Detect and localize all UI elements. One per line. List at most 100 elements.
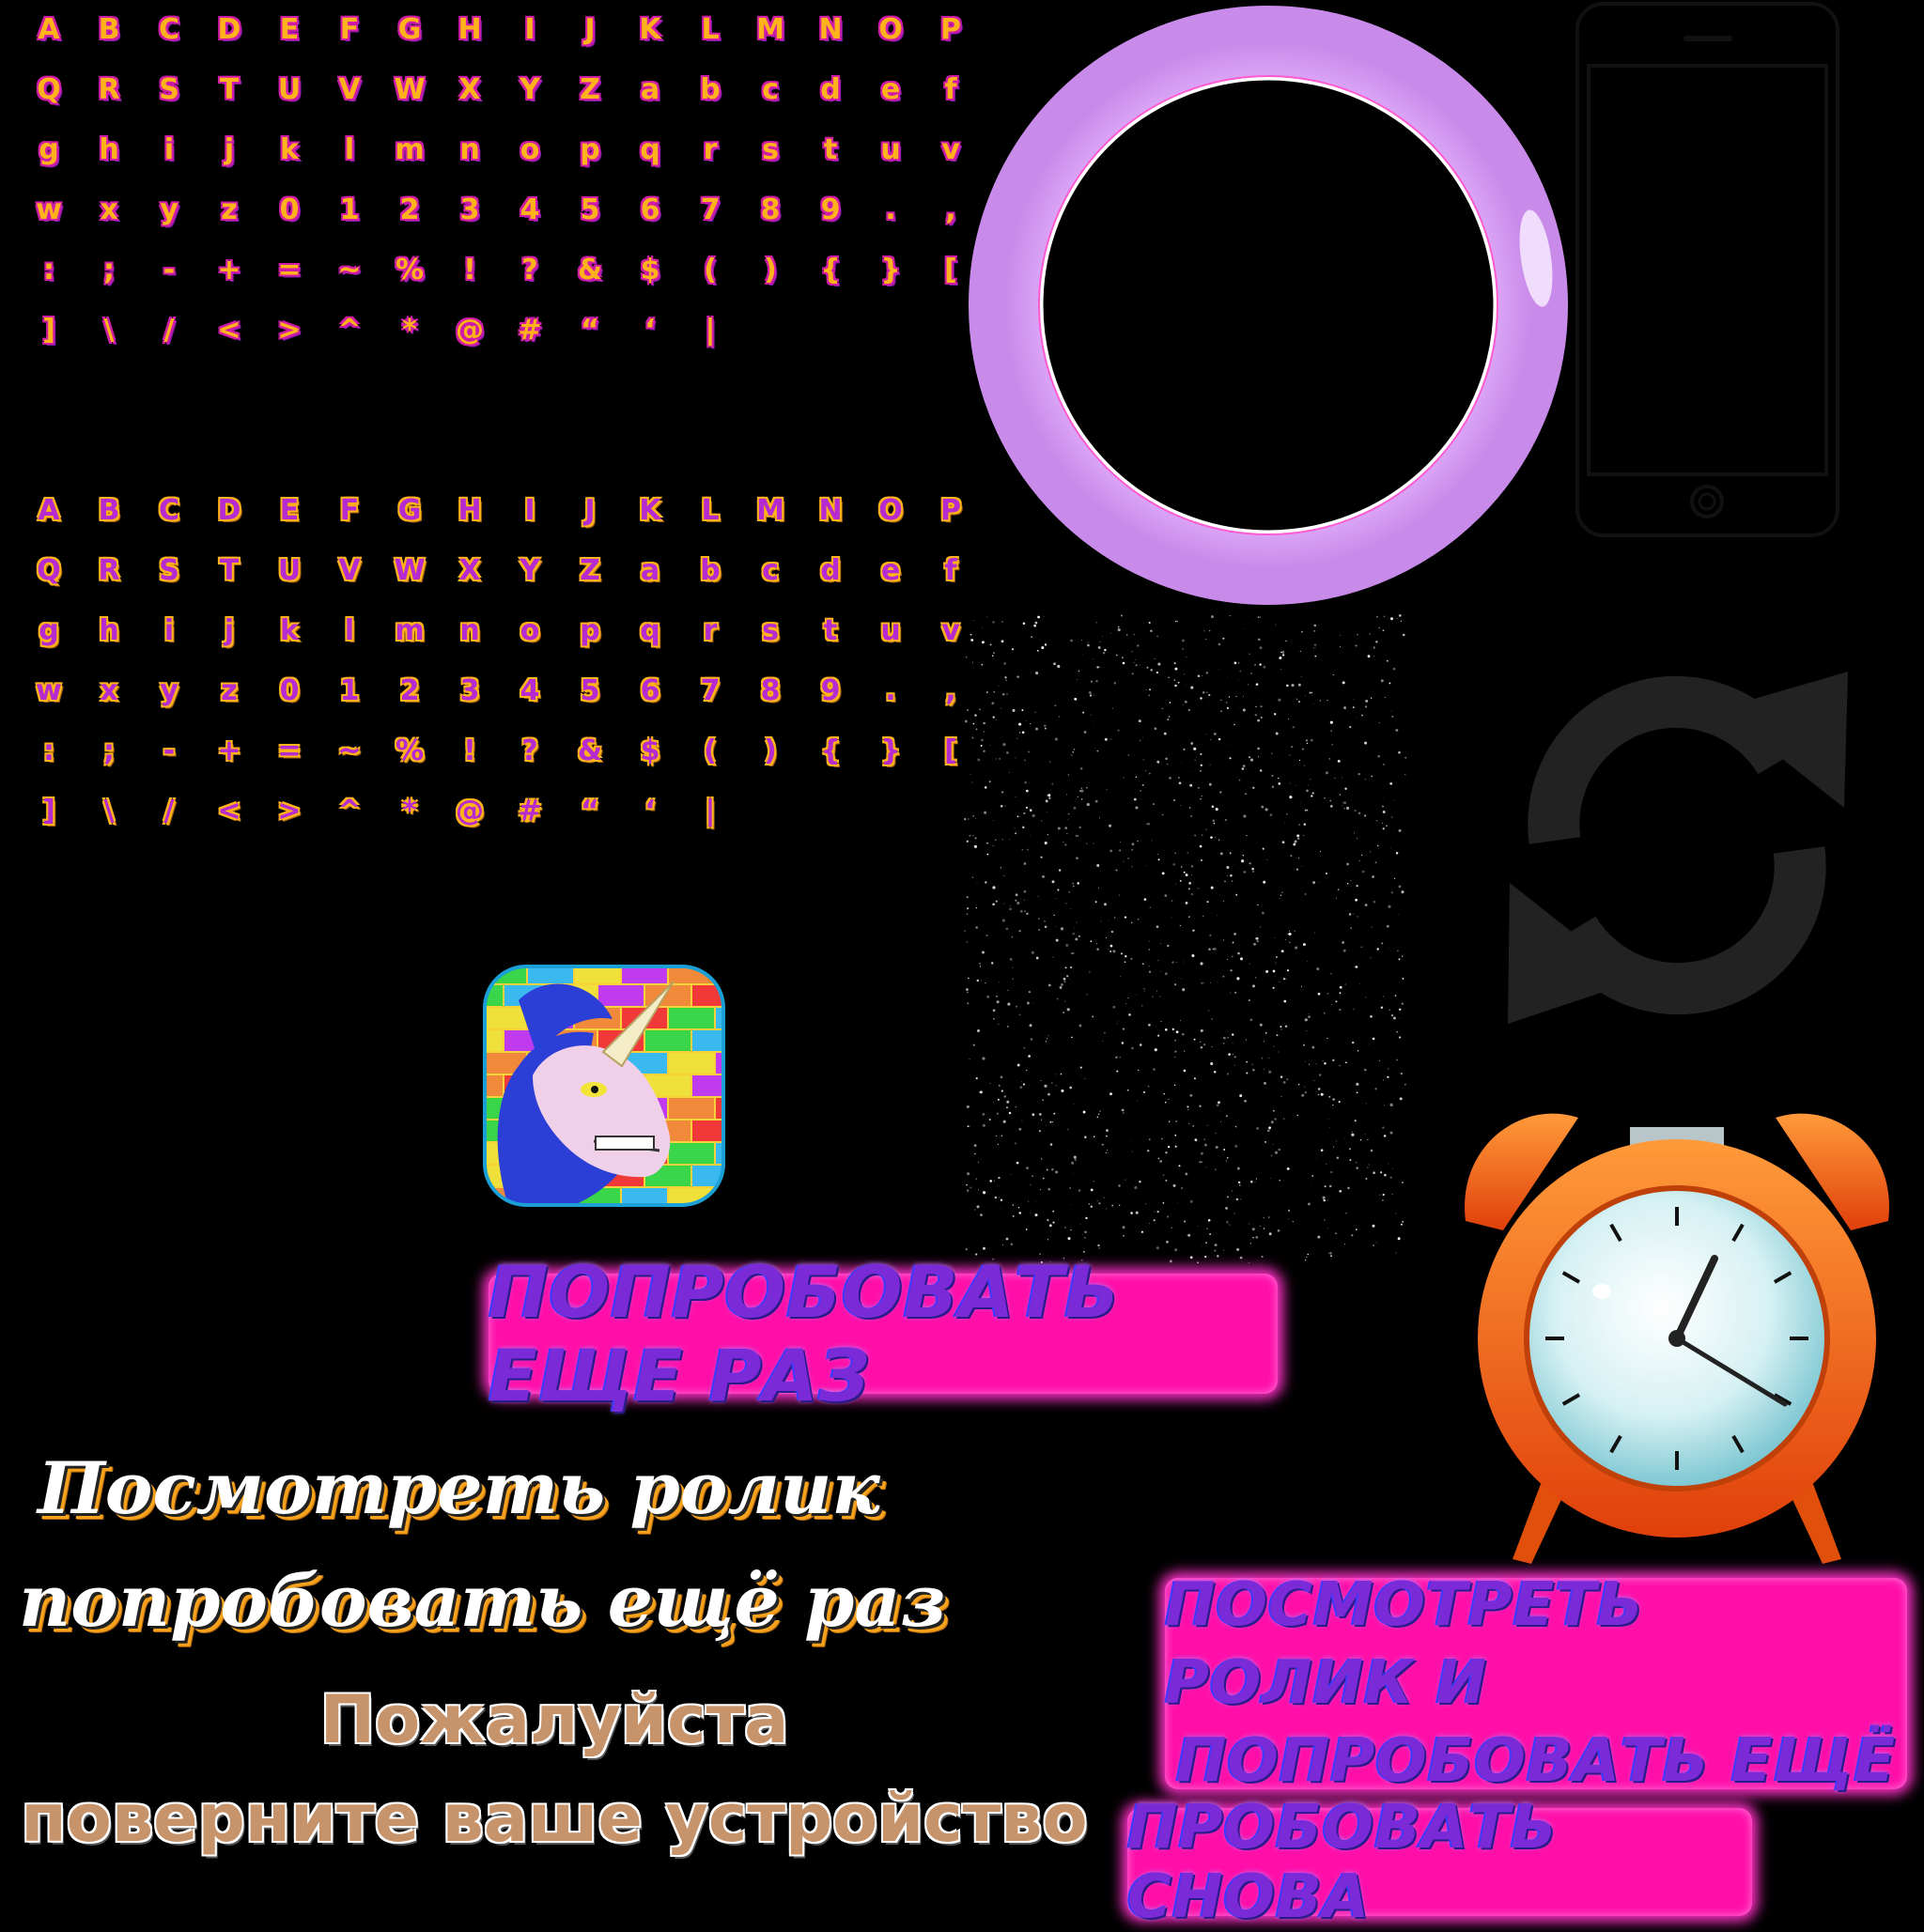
glyph: /: [163, 795, 175, 827]
glyph: E: [279, 13, 300, 46]
glyph: 3: [459, 193, 480, 226]
glyph: “: [581, 314, 599, 347]
glyph: h: [99, 614, 119, 647]
glyph: Y: [520, 73, 540, 106]
glyph: g: [39, 614, 59, 647]
glyph: 1: [339, 674, 360, 707]
glyph: 0: [279, 193, 300, 226]
glyph: i: [163, 614, 175, 647]
glyph: ‘: [644, 795, 656, 827]
glyph: T: [219, 554, 240, 587]
glyph: 8: [760, 193, 781, 226]
glyph: 8: [760, 674, 781, 707]
glyph: H: [458, 13, 482, 46]
glyph: -: [163, 734, 176, 767]
glyph: z: [221, 193, 238, 226]
glyph: V: [338, 554, 361, 587]
glyph: c: [762, 73, 779, 106]
glyph: K: [639, 13, 661, 46]
glyph: %: [395, 254, 425, 286]
glyph: C: [158, 494, 180, 527]
glyph: D: [217, 13, 241, 46]
glyph: r: [703, 133, 718, 166]
glyph: B: [98, 494, 120, 527]
glyph: ]: [42, 314, 55, 347]
glyph: q: [640, 614, 660, 647]
glyph: b: [700, 554, 721, 587]
glyph: R: [98, 73, 120, 106]
glyph: S: [159, 73, 179, 106]
glyph: N: [818, 13, 843, 46]
glyph: ;: [103, 734, 115, 767]
refresh-arrows-icon: [1508, 672, 1848, 1024]
glyph: w: [36, 193, 62, 226]
glyph: J: [584, 13, 596, 46]
glyph: 9: [820, 674, 841, 707]
glyph: o: [520, 614, 540, 647]
glyph: @: [456, 314, 484, 347]
glyph: j: [224, 614, 235, 647]
glyph: #: [518, 314, 542, 347]
glyph: T: [219, 73, 240, 106]
glyph: 3: [459, 674, 480, 707]
glyph: k: [280, 133, 299, 166]
glyph: x: [100, 674, 118, 707]
glyph: ^: [337, 314, 362, 347]
glyph: a: [640, 554, 660, 587]
glyph: ;: [103, 254, 115, 286]
starfield-texture: [964, 614, 1407, 1264]
glyph: ]: [42, 795, 55, 827]
glyph: &: [577, 734, 603, 767]
glyph: }: [880, 254, 901, 286]
glyph: 5: [580, 674, 600, 707]
watch-video-text-line1: Посмотреть ролик: [38, 1446, 880, 1530]
glyph: &: [577, 254, 603, 286]
glyph: a: [640, 73, 660, 106]
glyph: B: [98, 13, 120, 46]
orange-font-atlas: ABCDEFGHIJKLMNOPQRSTUVWXYZabcdefghijklmn…: [19, 481, 981, 842]
glyph: u: [880, 133, 901, 166]
glyph: X: [458, 554, 481, 587]
glyph: x: [100, 193, 118, 226]
try-again-button[interactable]: попробовать еще раз: [489, 1250, 1278, 1417]
glyph: j: [224, 133, 235, 166]
glyph: ?: [521, 254, 538, 286]
glyph: 4: [520, 193, 540, 226]
glyph: |: [705, 314, 716, 347]
glyph: /: [163, 314, 175, 347]
glyph: (: [704, 734, 717, 767]
glyph: ~: [337, 254, 362, 286]
glyph: -: [163, 254, 176, 286]
glyph: @: [456, 795, 484, 827]
glyph: l: [344, 614, 355, 647]
try-again-alt-button[interactable]: пробовать снова: [1127, 1793, 1752, 1932]
glyph: C: [158, 13, 180, 46]
glyph: ^: [337, 795, 362, 827]
glyph: y: [160, 193, 178, 226]
glyph: D: [217, 494, 241, 527]
glyph: c: [762, 554, 779, 587]
glyph: 2: [399, 193, 420, 226]
glyph: O: [878, 494, 903, 527]
glyph: U: [277, 73, 302, 106]
glyph: X: [458, 73, 481, 106]
glyph: $: [640, 734, 660, 767]
ring-frame-icon: [969, 6, 1568, 605]
glyph: >: [277, 314, 302, 347]
glyph: 6: [640, 674, 660, 707]
glyph: F: [339, 494, 360, 527]
glyph: g: [39, 133, 59, 166]
watch-and-retry-button[interactable]: посмотреть ролик и попробовать ещё: [1165, 1570, 1907, 1796]
glyph: 0: [279, 674, 300, 707]
glyph: y: [160, 674, 178, 707]
glyph: o: [520, 133, 540, 166]
glyph: r: [703, 614, 718, 647]
glyph: M: [756, 494, 784, 527]
glyph: !: [463, 254, 476, 286]
glyph: >: [277, 795, 302, 827]
glyph: %: [395, 734, 425, 767]
glyph: *: [402, 795, 417, 827]
glyph: m: [395, 614, 425, 647]
glyph: U: [277, 554, 302, 587]
glyph: w: [36, 674, 62, 707]
